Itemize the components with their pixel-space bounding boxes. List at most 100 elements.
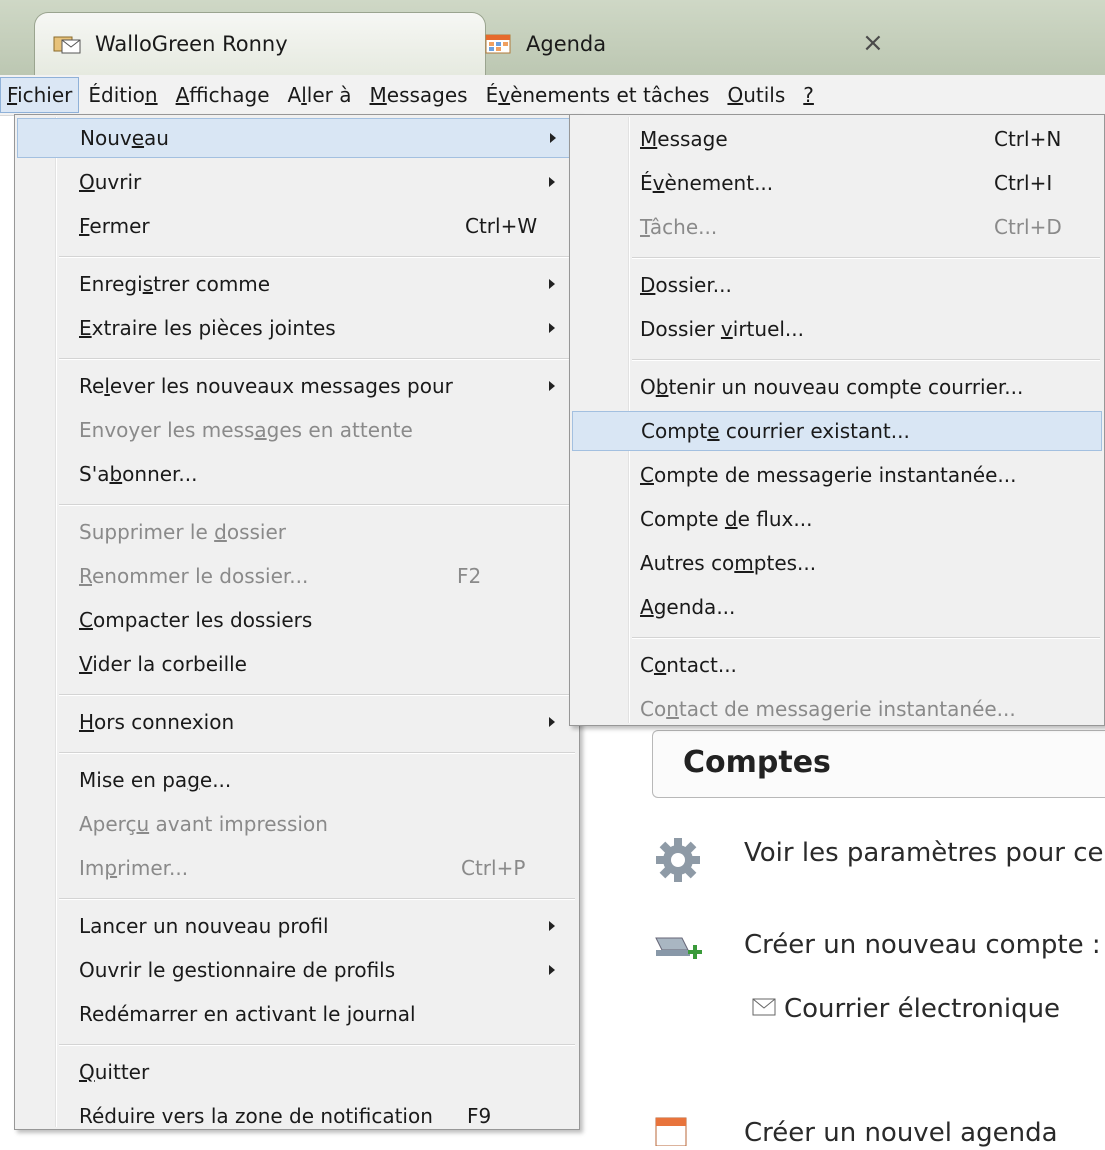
menuitem-label: Aperçu avant impression	[79, 812, 328, 836]
menu-[interactable]: ?	[794, 77, 823, 113]
label-text: ènements et tâches	[510, 83, 710, 107]
menuitem-extraire-les-pieces-jointes[interactable]: Extraire les pièces jointes	[17, 308, 577, 348]
menuitem-compte-de-messagerie-instantanee[interactable]: Compte de messagerie instantanée...	[572, 455, 1102, 495]
menuitem-dossier[interactable]: Dossier...	[572, 265, 1102, 305]
menu-aller-a[interactable]: Aller à	[279, 77, 361, 113]
menuitem-vider-la-corbeille[interactable]: Vider la corbeille	[17, 644, 577, 684]
menuitem-redemarrer-en-activant-le-journal[interactable]: Redémarrer en activant le journal	[17, 994, 577, 1034]
menu-affichage[interactable]: Affichage	[167, 77, 279, 113]
menuitem-lancer-un-nouveau-profil[interactable]: Lancer un nouveau profil	[17, 906, 577, 946]
label-text: xtraire les pièces jointes	[91, 316, 336, 340]
menuitem-relever-les-nouveaux-messages-pour[interactable]: Relever les nouveaux messages pour	[17, 366, 577, 406]
menuitem-dossier-virtuel[interactable]: Dossier virtuel...	[572, 309, 1102, 349]
menuitem-tache: Tâche... Ctrl+D	[572, 207, 1102, 247]
menuitem-label: Dossier virtuel...	[640, 317, 804, 341]
menuitem-compacter-les-dossiers[interactable]: Compacter les dossiers	[17, 600, 577, 640]
menuitem-mise-en-page[interactable]: Mise en page...	[17, 760, 577, 800]
menu-separator	[59, 358, 575, 360]
mnemonic-key: a	[254, 418, 267, 442]
menuitem-autres-comptes[interactable]: Autres comptes...	[572, 543, 1102, 583]
menuitem-s-abonner[interactable]: S'abonner...	[17, 454, 577, 494]
label-text: ptes...	[753, 551, 817, 575]
submenu-arrow-icon	[549, 921, 555, 931]
mnemonic-key: u	[136, 812, 150, 836]
mnemonic-key: s	[142, 272, 154, 296]
label-text: ermer	[89, 214, 150, 238]
tab-agenda[interactable]: Agenda	[468, 12, 918, 75]
menuitem-fermer[interactable]: Fermer Ctrl+W	[17, 206, 577, 246]
menuitem-label: Hors connexion	[79, 710, 234, 734]
mnemonic-key: R	[79, 564, 92, 588]
tab-close-icon[interactable]: ×	[862, 28, 884, 58]
label-text: ompacter les dossiers	[92, 608, 313, 632]
menuitem-contact-de-messagerie-instantanee: Contact de messagerie instantanée...	[572, 689, 1102, 729]
menuitem-label: Ouvrir	[79, 170, 141, 194]
file-menu: Nouveau Ouvrir Fermer Ctrl+W Enregistrer com…	[14, 114, 580, 1130]
label-text: Re	[79, 374, 105, 398]
new-submenu: Message Ctrl+N Évènement... Ctrl+I Tâche... C…	[569, 114, 1105, 726]
menuitem-ouvrir-le-gestionnaire-de-profils[interactable]: Ouvrir le gestionnaire de profils	[17, 950, 577, 990]
tab-label: WalloGreen Ronny	[95, 32, 288, 56]
menuitem-label: Évènement...	[640, 171, 773, 195]
menuitem-contact[interactable]: Contact...	[572, 645, 1102, 685]
menu-outils[interactable]: Outils	[718, 77, 794, 113]
view-settings-link[interactable]: Voir les paramètres pour ce	[744, 838, 1104, 868]
tab-wallogreen-ronny[interactable]: WalloGreen Ronny	[34, 12, 486, 75]
menuitem-label: Agenda...	[640, 595, 735, 619]
mnemonic-key: e	[131, 126, 145, 150]
menuitem-reduire-vers-la-zone-de-notification[interactable]: Réduire vers la zone de notification F9	[17, 1096, 577, 1136]
menuitem-nouveau[interactable]: Nouveau	[17, 118, 577, 158]
menuitem-enregistrer-comme[interactable]: Enregistrer comme	[17, 264, 577, 304]
label-text: Nouv	[80, 126, 132, 150]
menuitem-ouvrir[interactable]: Ouvrir	[17, 162, 577, 202]
menuitem-label: Contact de messagerie instantanée...	[640, 697, 1016, 721]
menuitem-agenda[interactable]: Agenda...	[572, 587, 1102, 627]
menuitem-compte-de-flux[interactable]: Compte de flux...	[572, 499, 1102, 539]
mnemonic-key: o	[653, 653, 667, 677]
create-calendar-link[interactable]: Créer un nouvel agenda	[744, 1118, 1058, 1148]
menuitem-hors-connexion[interactable]: Hors connexion	[17, 702, 577, 742]
menuitem-label: Message	[640, 127, 728, 151]
menu-separator	[59, 1044, 575, 1046]
menuitem-label: Quitter	[79, 1060, 149, 1084]
label-text: ossier	[226, 520, 287, 544]
menuitem-label: Redémarrer en activant le journal	[79, 1002, 416, 1026]
mnemonic-key: C	[79, 608, 93, 632]
label-text: Éditio	[88, 83, 145, 107]
menu-fichier[interactable]: Fichier	[0, 77, 80, 113]
submenu-arrow-icon	[549, 323, 555, 333]
label-text: Aperç	[79, 812, 137, 836]
menuitem-renommer-le-dossier: Renommer le dossier... F2	[17, 556, 577, 596]
menuitem-compte-courrier-existant[interactable]: Compte courrier existant...	[572, 411, 1102, 451]
label-text: e flux...	[737, 507, 813, 531]
label-text: Envoyer les mess	[79, 418, 255, 442]
label-text: ntact...	[666, 653, 737, 677]
menuitem-obtenir-un-nouveau-compte-courrier[interactable]: Obtenir un nouveau compte courrier...	[572, 367, 1102, 407]
label-text: Enregi	[79, 272, 143, 296]
mnemonic-key: H	[79, 710, 95, 734]
menu-edition[interactable]: Édition	[79, 77, 166, 113]
menu-messages[interactable]: Messages	[361, 77, 477, 113]
label-text: Dossier	[640, 317, 721, 341]
menu-separator	[59, 694, 575, 696]
label-text: au	[144, 126, 169, 150]
menuitem-label: Réduire vers la zone de notification	[79, 1104, 433, 1128]
mail-folder-icon	[53, 33, 81, 55]
label-text: É	[485, 83, 499, 107]
tab-bar: WalloGreen Ronny Agenda ×	[0, 0, 1105, 75]
mnemonic-key: d	[724, 507, 738, 531]
menu-evenements-et-taches[interactable]: Évènements et tâches	[477, 77, 719, 113]
menuitem-label: Tâche...	[640, 215, 717, 239]
mnemonic-key: Q	[79, 1060, 95, 1084]
label-text: ges en attente	[266, 418, 413, 442]
submenu-arrow-icon	[549, 717, 555, 727]
menuitem-message[interactable]: Message Ctrl+N	[572, 119, 1102, 159]
menuitem-label: Supprimer le dossier	[79, 520, 286, 544]
label-text: essages	[386, 83, 468, 107]
email-account-link[interactable]: Courrier électronique	[784, 994, 1060, 1024]
menuitem-label: Renommer le dossier...	[79, 564, 308, 588]
menuitem-evenement[interactable]: Évènement... Ctrl+I	[572, 163, 1102, 203]
mnemonic-key: p	[104, 856, 118, 880]
menuitem-quitter[interactable]: Quitter	[17, 1052, 577, 1092]
submenu-arrow-icon	[550, 133, 556, 143]
